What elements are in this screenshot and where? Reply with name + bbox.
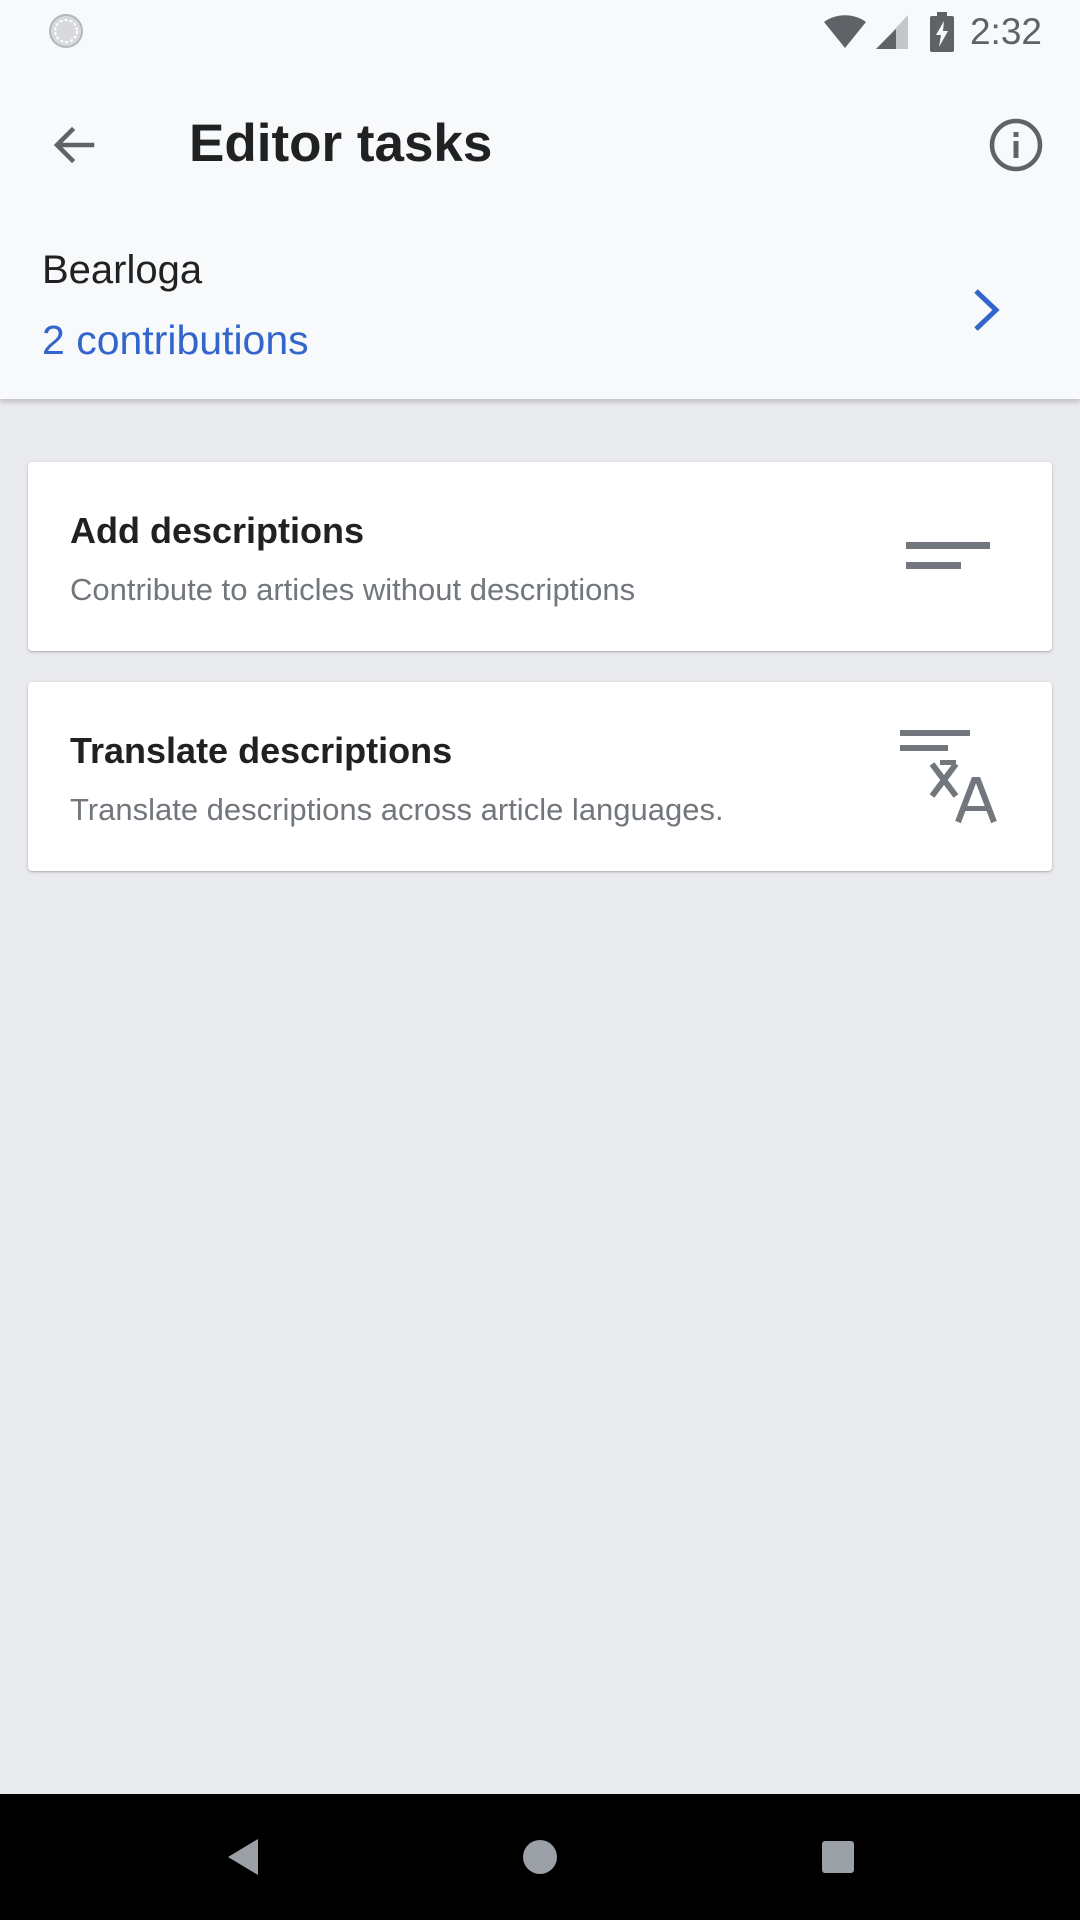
- username: Bearloga: [42, 248, 203, 292]
- nav-back-button[interactable]: [204, 1819, 280, 1895]
- task-subtitle: Contribute to articles without descripti…: [70, 572, 636, 607]
- cell-signal-icon: [875, 14, 908, 49]
- nav-home-icon: [523, 1840, 557, 1874]
- status-icons: 2:32: [822, 0, 1042, 63]
- arrow-back-icon: [53, 126, 95, 164]
- nav-recents-icon: [822, 1841, 854, 1873]
- sync-icon: [49, 14, 83, 48]
- toolbar: Editor tasks: [0, 63, 1080, 210]
- nav-back-icon: [228, 1839, 258, 1875]
- user-contributions-row[interactable]: Bearloga 2 contributions: [0, 228, 1080, 399]
- back-button[interactable]: [30, 101, 118, 189]
- task-title: Add descriptions: [70, 510, 365, 551]
- navigation-bar: [0, 1794, 1080, 1920]
- task-card-translate-descriptions[interactable]: Translate descriptions Translate descrip…: [28, 682, 1052, 871]
- info-icon: [989, 118, 1043, 172]
- task-title: Translate descriptions: [70, 730, 453, 771]
- header: 2:32 Editor tasks Bearloga 2 contributio…: [0, 0, 1080, 399]
- battery-charging-icon: [929, 11, 954, 52]
- chevron-right-icon: [974, 289, 1000, 331]
- nav-recents-button[interactable]: [800, 1819, 876, 1895]
- short-text-icon: [906, 542, 990, 569]
- contributions-count[interactable]: 2 contributions: [42, 317, 309, 364]
- task-subtitle: Translate descriptions across article la…: [70, 792, 724, 827]
- status-time: 2:32: [969, 10, 1042, 52]
- nav-home-button[interactable]: [502, 1819, 578, 1895]
- wifi-icon: [823, 14, 866, 48]
- info-button[interactable]: [972, 101, 1060, 189]
- translate-icon: [900, 730, 997, 824]
- task-card-add-descriptions[interactable]: Add descriptions Contribute to articles …: [28, 462, 1052, 651]
- page-title: Editor tasks: [189, 114, 493, 173]
- status-bar: 2:32: [0, 0, 1080, 63]
